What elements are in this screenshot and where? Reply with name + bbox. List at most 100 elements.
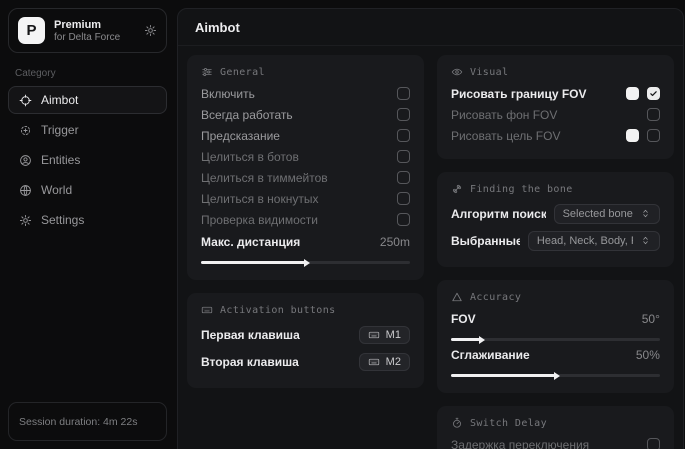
card-header: General xyxy=(201,66,410,78)
slider-setting: FOV50° xyxy=(451,308,660,341)
panel-header: Aimbot xyxy=(178,9,683,46)
slider-fill xyxy=(451,338,480,341)
sidebar-nav: Aimbot Trigger Entities World Settings xyxy=(8,86,167,234)
card-header: Finding the bone xyxy=(451,183,660,195)
settings-row: Рисовать цель FOV xyxy=(451,125,660,146)
card-title: General xyxy=(220,67,265,78)
select-input[interactable]: Head, Neck, Body, Pe.. xyxy=(528,231,660,251)
keybind-value: M2 xyxy=(386,356,401,368)
settings-row: Проверка видимости xyxy=(201,209,410,230)
settings-row: FOV50° xyxy=(451,308,660,329)
settings-row: Первая клавиша M1 xyxy=(201,321,410,348)
card-switch-delay: Switch DelayЗадержка переключенияЗадержк… xyxy=(437,406,674,449)
color-swatch[interactable] xyxy=(626,129,639,142)
sidebar-item-settings[interactable]: Settings xyxy=(8,206,167,234)
gear-icon[interactable] xyxy=(144,24,157,37)
setting-label: Включить xyxy=(201,87,389,101)
checkbox-input[interactable] xyxy=(647,438,660,449)
sidebar-spacer xyxy=(8,234,167,402)
setting-label: Проверка видимости xyxy=(201,213,389,227)
app-window: P Premium for Delta Force Category Aimbo… xyxy=(0,0,685,449)
keybind-value: M1 xyxy=(386,329,401,341)
app-subtitle: for Delta Force xyxy=(54,32,135,43)
settings-row: Рисовать фон FOV xyxy=(451,104,660,125)
setting-label: Всегда работать xyxy=(201,108,389,122)
setting-value: 250m xyxy=(380,235,410,249)
slider-fill xyxy=(451,374,555,377)
card-header: Switch Delay xyxy=(451,417,660,429)
settings-panel: Aimbot General Включить Всегда работать Пре… xyxy=(177,8,684,449)
sidebar-item-aimbot[interactable]: Aimbot xyxy=(8,86,167,114)
keyboard-icon xyxy=(201,304,213,316)
setting-label: Задержка переключения xyxy=(451,438,639,449)
sidebar-item-label: Trigger xyxy=(41,123,79,137)
card-title: Visual xyxy=(470,67,509,78)
settings-row: Целиться в ботов xyxy=(201,146,410,167)
card-header: Accuracy xyxy=(451,291,660,303)
category-label: Category xyxy=(15,68,160,79)
sidebar-item-entities[interactable]: Entities xyxy=(8,146,167,174)
globe-icon xyxy=(19,184,32,197)
setting-label: Рисовать фон FOV xyxy=(451,108,639,122)
unfold-icon xyxy=(640,208,651,219)
select-value: Selected bone xyxy=(563,208,633,220)
logo-card: P Premium for Delta Force xyxy=(8,8,167,53)
slider-input[interactable] xyxy=(451,338,660,341)
sidebar-item-world[interactable]: World xyxy=(8,176,167,204)
slider-setting: Макс. дистанция250m xyxy=(201,231,410,264)
card-header: Activation buttons xyxy=(201,304,410,316)
sidebar-item-label: World xyxy=(41,183,72,197)
card-title: Finding the bone xyxy=(470,184,573,195)
checkbox-input[interactable] xyxy=(397,87,410,100)
setting-value: 50° xyxy=(642,312,660,326)
setting-label: Предсказание xyxy=(201,129,389,143)
sidebar-item-trigger[interactable]: Trigger xyxy=(8,116,167,144)
checkbox-input[interactable] xyxy=(397,129,410,142)
setting-label: Первая клавиша xyxy=(201,328,351,342)
checkbox-input[interactable] xyxy=(647,129,660,142)
slider-input[interactable] xyxy=(451,374,660,377)
keyboard-icon xyxy=(368,356,380,368)
checkbox-input[interactable] xyxy=(397,213,410,226)
checkbox-input[interactable] xyxy=(647,108,660,121)
slider-fill xyxy=(201,261,305,264)
color-swatch[interactable] xyxy=(626,87,639,100)
keybind-button[interactable]: M1 xyxy=(359,326,410,344)
setting-label: Алгоритм поиска костей xyxy=(451,207,546,221)
slider-setting: Сглаживание50% xyxy=(451,344,660,377)
checkbox-input[interactable] xyxy=(397,108,410,121)
card-accuracy: Accuracy FOV50° Сглаживание50% xyxy=(437,280,674,393)
card-title: Switch Delay xyxy=(470,418,547,429)
sidebar-item-label: Aimbot xyxy=(41,93,78,107)
checkbox-input[interactable] xyxy=(397,150,410,163)
main-area: Aimbot General Включить Всегда работать Пре… xyxy=(175,0,685,449)
settings-row: Включить xyxy=(201,83,410,104)
settings-row: Предсказание xyxy=(201,125,410,146)
setting-label: Рисовать границу FOV xyxy=(451,87,618,101)
checkbox-input[interactable] xyxy=(647,87,660,100)
card-general: General Включить Всегда работать Предсказан… xyxy=(187,55,424,280)
card-visual: Visual Рисовать границу FOV Рисовать фон F… xyxy=(437,55,674,159)
setting-label: Целиться в тиммейтов xyxy=(201,171,389,185)
row-controls xyxy=(647,108,660,121)
gear-icon xyxy=(19,214,32,227)
app-logo: P xyxy=(18,17,45,44)
entities-icon xyxy=(19,154,32,167)
checkbox-input[interactable] xyxy=(397,171,410,184)
keybind-button[interactable]: M2 xyxy=(359,353,410,371)
logo-text: Premium for Delta Force xyxy=(54,19,135,43)
slider-input[interactable] xyxy=(201,261,410,264)
card-title: Accuracy xyxy=(470,292,521,303)
select-input[interactable]: Selected bone xyxy=(554,204,660,224)
setting-label: Выбранные кости xyxy=(451,234,520,248)
checkbox-input[interactable] xyxy=(397,192,410,205)
check-icon xyxy=(649,89,658,98)
settings-row: Задержка переключения xyxy=(451,434,660,449)
settings-row: Всегда работать xyxy=(201,104,410,125)
sidebar: P Premium for Delta Force Category Aimbo… xyxy=(0,0,175,449)
gauge-icon xyxy=(451,291,463,303)
setting-label: Сглаживание xyxy=(451,348,628,362)
setting-label: Целиться в нокнутых xyxy=(201,192,389,206)
trigger-icon xyxy=(19,124,32,137)
settings-row: Рисовать границу FOV xyxy=(451,83,660,104)
